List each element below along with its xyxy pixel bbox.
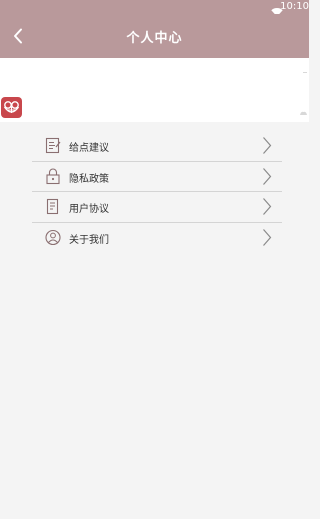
cloud-icon: [300, 100, 307, 115]
page-title: 个人中心: [126, 31, 183, 46]
status-time: 10:10: [280, 1, 309, 12]
menu-item-label: 给点建议: [69, 143, 109, 154]
menu-item-user-agreement[interactable]: 用户协议: [32, 192, 282, 223]
edge-divider: [303, 72, 307, 73]
chevron-right-icon: [262, 197, 272, 216]
chevron-right-icon: [262, 136, 272, 155]
feedback-icon: [45, 137, 61, 154]
user-icon: [45, 229, 61, 246]
status-bar: 10:10: [0, 0, 309, 17]
menu-item-about-us[interactable]: 关于我们: [32, 223, 282, 253]
settings-menu: 给点建议 隐私政策 用户协议 关于我们: [32, 131, 282, 252]
app-logo-icon[interactable]: [1, 97, 22, 118]
menu-item-feedback[interactable]: 给点建议: [32, 131, 282, 162]
app-header: 个人中心: [0, 14, 309, 58]
menu-item-label: 关于我们: [69, 234, 109, 246]
lock-icon: [45, 167, 61, 185]
menu-item-label: 用户协议: [69, 204, 109, 215]
profile-card: [0, 58, 309, 122]
chevron-right-icon: [262, 228, 272, 247]
chevron-right-icon: [262, 167, 272, 186]
menu-item-label: 隐私政策: [69, 173, 109, 185]
document-icon: [45, 198, 61, 215]
menu-item-privacy-policy[interactable]: 隐私政策: [32, 162, 282, 192]
